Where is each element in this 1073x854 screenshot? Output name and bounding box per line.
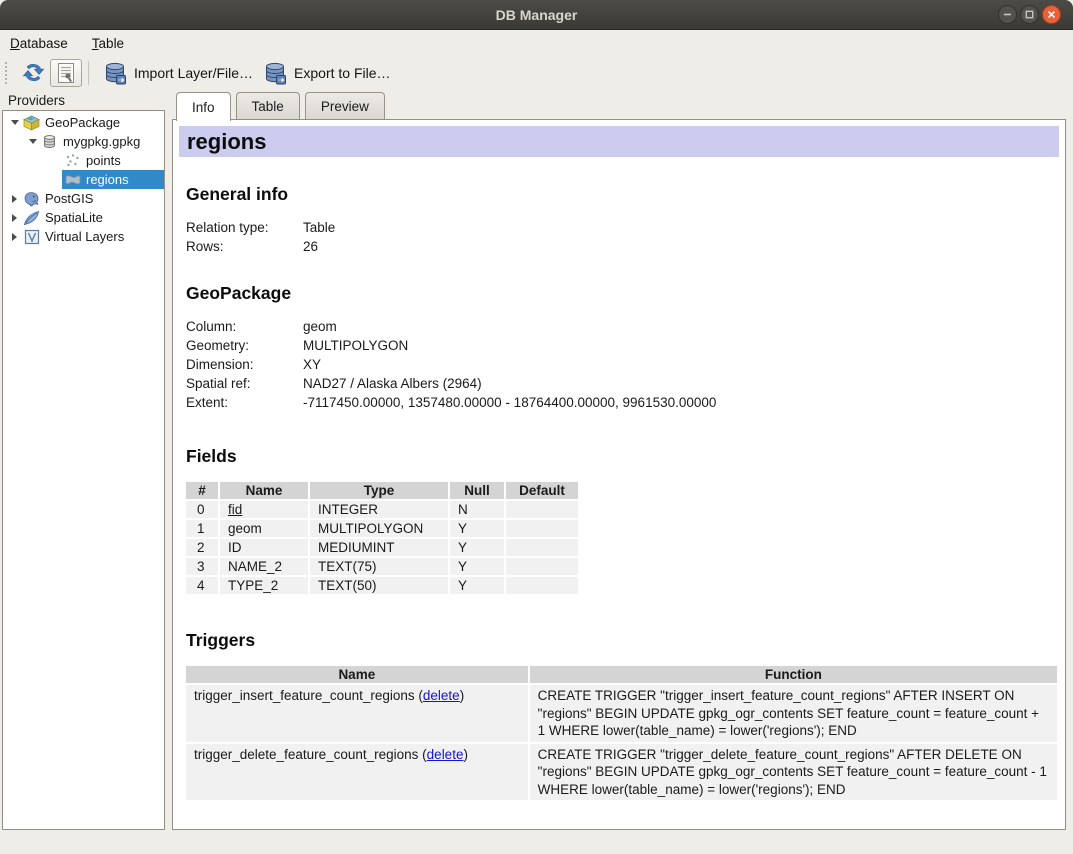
menu-database[interactable]: Database [10,36,68,51]
fields-heading: Fields [186,446,1059,467]
info-row: Spatial ref: NAD27 / Alaska Albers (2964… [186,374,1059,393]
triggers-table: Name Function trigger_insert_feature_cou… [184,664,1059,802]
tree-item-mygpkg[interactable]: mygpkg.gpkg [3,132,164,151]
info-row: Relation type: Table [186,218,1059,237]
triggers-header-row: Name Function [186,666,1057,683]
virtual-layers-icon [23,229,40,245]
tree-item-label: SpatiaLite [45,210,103,225]
providers-tree: GeoPackage mygpkg.gpkg [2,110,165,830]
tab-preview[interactable]: Preview [305,92,385,119]
table-title-banner: regions [179,126,1059,157]
sql-window-icon [56,62,76,84]
view-tabs: Info Table Preview [176,92,385,119]
general-info-heading: General info [186,184,1059,205]
menu-table[interactable]: Table [92,36,124,51]
maximize-icon [1025,10,1034,19]
tab-table[interactable]: Table [236,92,300,119]
tree-item-virtual-layers[interactable]: Virtual Layers [3,227,164,246]
trigger-function: CREATE TRIGGER "trigger_insert_feature_c… [530,685,1057,742]
tree-item-spatialite[interactable]: SpatiaLite [3,208,164,227]
toolbar: Import Layer/File… Export to File… [0,56,1073,89]
primary-key-field: fid [228,502,242,517]
tree-item-geopackage[interactable]: GeoPackage [3,113,164,132]
db-export-icon [263,61,287,85]
tree-item-label: points [86,153,121,168]
delete-trigger-link[interactable]: delete [427,747,464,762]
tree-item-points[interactable]: points [3,151,164,170]
minimize-button[interactable] [998,5,1017,24]
maximize-button[interactable] [1020,5,1039,24]
delete-trigger-link[interactable]: delete [423,688,460,703]
table-title: regions [187,129,266,155]
trigger-row: trigger_insert_feature_count_regions (de… [186,685,1057,742]
tree-item-label: regions [86,172,129,187]
status-bar [0,831,1073,854]
field-row: 1 geom MULTIPOLYGON Y [186,520,578,537]
field-row: 3 NAME_2 TEXT(75) Y [186,558,578,575]
collapse-arrow-icon[interactable] [8,195,21,203]
db-manager-window: { "window": { "title": "DB Manager" }, "… [0,0,1073,854]
info-row: Dimension: XY [186,355,1059,374]
providers-label: Providers [8,93,65,108]
spatialite-icon [23,210,40,226]
trigger-row: trigger_delete_feature_count_regions (de… [186,744,1057,801]
import-layer-button[interactable]: Import Layer/File… [98,59,258,87]
info-row: Rows: 26 [186,237,1059,256]
tab-info[interactable]: Info [176,92,231,121]
geopackage-icon [23,115,40,131]
database-icon [41,134,58,150]
info-row: Extent: -7117450.00000, 1357480.00000 - … [186,393,1059,412]
window-controls [998,5,1061,24]
db-import-icon [103,61,127,85]
export-file-button[interactable]: Export to File… [258,59,395,87]
collapse-arrow-icon[interactable] [8,233,21,241]
refresh-button[interactable] [17,59,50,86]
tree-item-postgis[interactable]: PostGIS [3,189,164,208]
refresh-icon [22,61,45,84]
triggers-heading: Triggers [186,630,1059,651]
fields-header-row: # Name Type Null Default [186,482,578,499]
points-layer-icon [64,153,81,169]
expand-arrow-icon[interactable] [8,120,21,125]
geopackage-heading: GeoPackage [186,283,1059,304]
polygon-layer-icon [64,172,81,188]
fields-table: # Name Type Null Default 0 fid INTEGER N… [184,480,580,596]
tree-item-regions[interactable]: regions [3,170,164,189]
info-row: Column: geom [186,317,1059,336]
field-row: 2 ID MEDIUMINT Y [186,539,578,556]
toolbar-drag-handle[interactable] [5,62,9,84]
expand-arrow-icon[interactable] [26,139,39,144]
close-button[interactable] [1042,5,1061,24]
toolbar-separator [88,61,89,85]
field-row: 4 TYPE_2 TEXT(50) Y [186,577,578,594]
import-layer-label: Import Layer/File… [134,65,253,81]
tree-item-label: mygpkg.gpkg [63,134,140,149]
collapse-arrow-icon[interactable] [8,214,21,222]
postgis-icon [23,191,40,207]
info-row: Geometry: MULTIPOLYGON [186,336,1059,355]
close-icon [1047,10,1056,19]
minimize-icon [1003,10,1012,19]
window-title: DB Manager [496,7,578,23]
info-view: regions General info Relation type: Tabl… [172,119,1066,830]
menubar: Database Table [0,31,1073,56]
export-file-label: Export to File… [294,65,390,81]
sql-window-button[interactable] [50,59,82,87]
tree-item-label: Virtual Layers [45,229,124,244]
trigger-function: CREATE TRIGGER "trigger_delete_feature_c… [530,744,1057,801]
tree-item-label: GeoPackage [45,115,120,130]
tree-item-label: PostGIS [45,191,93,206]
titlebar: DB Manager [0,0,1073,30]
field-row: 0 fid INTEGER N [186,501,578,518]
